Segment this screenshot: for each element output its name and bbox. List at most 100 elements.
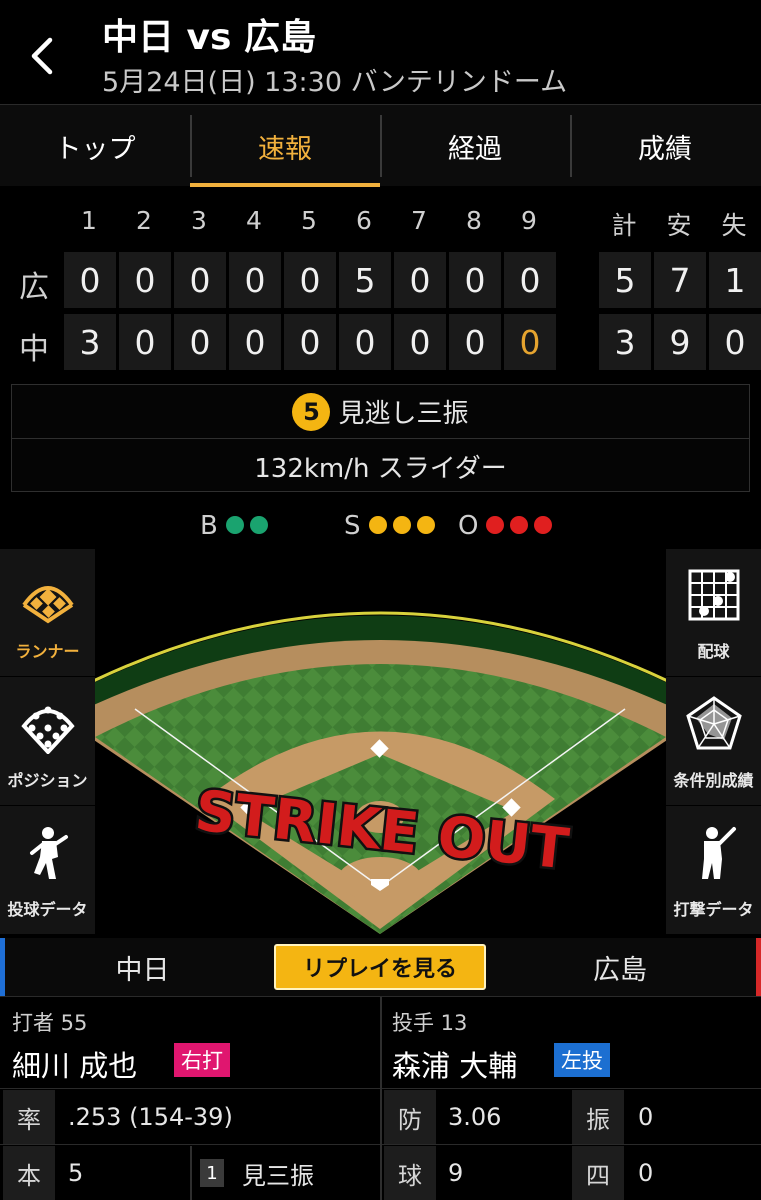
tab-bar: トップ 速報 経過 成績 — [0, 104, 761, 187]
score-cell: 0 — [119, 252, 171, 308]
ball-count: B — [200, 510, 268, 542]
score-cell: 0 — [394, 314, 446, 370]
team-label-home: 中 — [19, 332, 49, 367]
divider — [380, 1088, 382, 1200]
batter-role: 打者 55 — [12, 1011, 88, 1035]
tab-progress[interactable]: 経過 — [380, 105, 570, 187]
strike-dots — [363, 511, 435, 541]
avg-label: 率 — [3, 1090, 55, 1144]
pitch-location-button[interactable]: 配球 — [666, 549, 761, 677]
score-cell: 0 — [339, 314, 391, 370]
scoreboard: 1 2 3 4 5 6 7 8 9 計 安 失 広 0 0 0 0 0 5 0 … — [0, 190, 761, 370]
score-cell: 0 — [174, 314, 226, 370]
player-stats: 率 .253 (154-39) 本 5 1 見三振 防 3.06 振 0 球 9… — [0, 1088, 761, 1200]
score-cell: 0 — [284, 252, 336, 308]
tab-live[interactable]: 速報 — [190, 105, 380, 187]
pitcher-hand-badge: 左投 — [554, 1043, 610, 1077]
inning-header: 8 — [466, 206, 482, 235]
strikeout-label: 振 — [572, 1090, 624, 1144]
score-cell: 0 — [394, 252, 446, 308]
score-cell: 0 — [229, 252, 281, 308]
at-bat-result: 見三振 — [242, 1161, 314, 1190]
ball-dots — [220, 511, 268, 541]
out-dots — [480, 511, 553, 541]
pitch-info: 132km/h スライダー — [254, 453, 507, 484]
errors-header: 失 — [721, 211, 747, 240]
batter-name: 細川 成也 — [12, 1049, 138, 1083]
back-button[interactable] — [22, 34, 62, 78]
field-diagram: STRIKE OUT — [95, 611, 666, 934]
strike-count: S — [344, 510, 435, 542]
pitcher-icon — [30, 827, 68, 879]
play-result-box: 5 見逃し三振 132km/h スライダー — [11, 384, 750, 492]
chevron-left-icon — [31, 37, 53, 75]
game-datetime-venue: 5月24日(日) 13:30 バンテリンドーム — [102, 67, 568, 98]
tab-label: トップ — [54, 133, 136, 165]
total-cell: 1 — [709, 252, 761, 308]
batter-icon — [702, 827, 736, 879]
total-cell: 3 — [599, 314, 651, 370]
hr-label: 本 — [3, 1146, 55, 1200]
score-cell: 0 — [174, 252, 226, 308]
inning-header: 9 — [521, 206, 537, 235]
tab-top[interactable]: トップ — [0, 105, 190, 187]
score-cell: 0 — [119, 314, 171, 370]
tab-stats[interactable]: 成績 — [570, 105, 760, 187]
replay-button[interactable]: リプレイを見る — [274, 944, 486, 990]
position-button[interactable]: ポジション — [0, 678, 95, 806]
score-cell: 0 — [284, 314, 336, 370]
hits-header: 安 — [666, 211, 692, 240]
strike-label: S — [344, 511, 361, 541]
ball-dot — [225, 516, 244, 534]
inning-header: 2 — [136, 206, 152, 235]
baseball-field: STRIKE OUT — [95, 549, 666, 934]
avg-value: .253 (154-39) — [68, 1103, 233, 1131]
at-bat-index: 1 — [200, 1159, 224, 1187]
radar-chart-icon — [686, 696, 742, 750]
total-cell: 5 — [599, 252, 651, 308]
play-result-text: 見逃し三振 — [338, 399, 469, 429]
runner-button[interactable]: ランナー — [0, 549, 95, 677]
strike-dot — [392, 516, 411, 534]
tab-label: 成績 — [638, 133, 692, 165]
out-count: O — [458, 510, 553, 542]
away-team-tab[interactable]: 広島 — [484, 938, 761, 996]
strike-dot — [416, 516, 435, 534]
strike-dot — [368, 516, 387, 534]
batting-data-button[interactable]: 打撃データ — [666, 807, 761, 935]
split-stats-button[interactable]: 条件別成績 — [666, 678, 761, 806]
total-cell: 9 — [654, 314, 706, 370]
batting-data-label: 打撃データ — [673, 900, 754, 919]
walks-value: 0 — [638, 1159, 654, 1187]
play-result-row: 5 見逃し三振 — [12, 385, 749, 439]
inning-header: 6 — [356, 206, 372, 235]
tab-label: 速報 — [258, 133, 312, 165]
pitch-number-badge: 5 — [292, 392, 331, 431]
out-dot — [534, 516, 553, 534]
score-cell: 0 — [229, 314, 281, 370]
score-cell-current: 0 — [504, 314, 556, 370]
total-cell: 0 — [709, 314, 761, 370]
pitch-data-button[interactable]: 投球データ — [0, 807, 95, 935]
tab-label: 経過 — [448, 133, 502, 165]
page-title: 中日 vs 広島 — [102, 17, 316, 58]
matchup-panel: 打者 55 細川 成也 右打 投手 13 森浦 大輔 左投 — [0, 996, 761, 1089]
out-dot — [486, 516, 505, 534]
team-label-away: 広 — [19, 270, 49, 305]
home-team-tab[interactable]: 中日 — [0, 938, 280, 996]
pitch-data-label: 投球データ — [7, 900, 88, 919]
ball-label: B — [200, 511, 218, 541]
out-label: O — [458, 511, 479, 541]
pitcher-name: 森浦 大輔 — [392, 1049, 518, 1083]
batter-card[interactable]: 打者 55 細川 成也 右打 — [0, 997, 380, 1089]
position-label: ポジション — [7, 771, 88, 790]
pitcher-card[interactable]: 投手 13 森浦 大輔 左投 — [382, 997, 761, 1089]
score-cell: 0 — [449, 252, 501, 308]
pitch-grid-icon — [688, 569, 740, 621]
era-label: 防 — [384, 1090, 436, 1144]
score-cell: 0 — [64, 252, 116, 308]
left-tool-panel: ランナー ポジション 投球データ — [0, 549, 95, 935]
ball-dot — [249, 516, 268, 534]
inning-header: 3 — [191, 206, 207, 235]
inning-header: 1 — [81, 206, 97, 235]
